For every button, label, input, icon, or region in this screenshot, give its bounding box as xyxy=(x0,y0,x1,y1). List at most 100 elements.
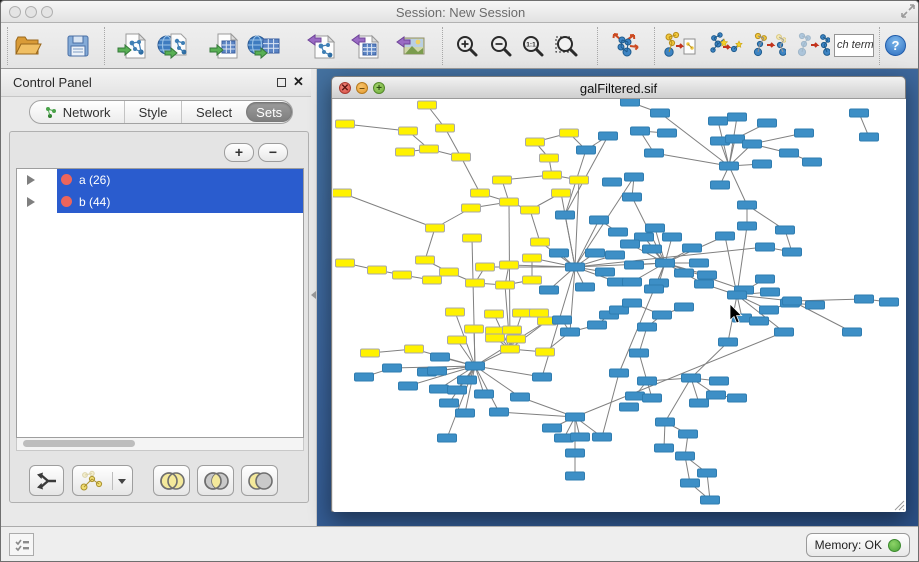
search-input[interactable]: ch term xyxy=(834,34,874,57)
control-panel: Control Panel ✕ Network Style Select Set… xyxy=(1,69,317,526)
first-neighbors-icon xyxy=(709,31,743,61)
separator xyxy=(104,27,105,65)
save-session-button[interactable] xyxy=(61,29,95,63)
difference-sets-button[interactable] xyxy=(241,465,278,496)
import-network-file-icon xyxy=(117,32,147,60)
split-arrows-icon xyxy=(35,470,59,492)
venn-intersection-icon xyxy=(201,470,231,492)
control-panel-header: Control Panel ✕ xyxy=(1,69,317,97)
set-color-dot-icon xyxy=(61,174,72,185)
export-network-icon xyxy=(306,32,336,60)
export-image-button[interactable] xyxy=(393,29,427,63)
zoom-out-icon xyxy=(489,34,513,58)
list-item-set-b[interactable]: b (44) xyxy=(17,191,303,213)
dropdown-caret-icon xyxy=(117,477,127,485)
task-list-icon xyxy=(14,538,30,552)
resize-grip-icon[interactable] xyxy=(893,499,905,511)
save-floppy-icon xyxy=(66,34,90,58)
separator xyxy=(597,27,598,65)
zoom-one-to-one-icon: 1:1 xyxy=(521,34,545,58)
create-set-from-network-button[interactable] xyxy=(72,465,133,496)
network-svg xyxy=(333,99,906,512)
yellow-network-icon xyxy=(78,470,108,492)
network-window-titlebar[interactable]: ✕ – + galFiltered.sif xyxy=(332,77,905,99)
application-window: Session: New Session xyxy=(0,0,919,562)
union-sets-button[interactable] xyxy=(153,465,190,496)
tab-select[interactable]: Select xyxy=(181,101,247,123)
new-network-from-selection-icon xyxy=(662,31,696,61)
close-panel-icon[interactable]: ✕ xyxy=(293,74,304,90)
hide-selected-button[interactable] xyxy=(752,29,786,63)
horizontal-scrollbar[interactable] xyxy=(16,438,304,451)
separator xyxy=(442,27,443,65)
tab-network-label: Network xyxy=(63,105,111,120)
set-color-dot-icon xyxy=(61,196,72,207)
apply-layout-button[interactable] xyxy=(609,29,643,63)
tab-style-label: Style xyxy=(139,105,168,120)
zoom-in-button[interactable] xyxy=(450,29,484,63)
venn-union-icon xyxy=(157,470,187,492)
main-toolbar: 1:1 xyxy=(1,23,919,69)
zoom-selected-button[interactable] xyxy=(550,29,584,63)
expand-arrow-icon[interactable] xyxy=(27,175,35,185)
tab-network[interactable]: Network xyxy=(30,101,124,123)
task-history-button[interactable] xyxy=(9,533,34,556)
fullscreen-icon[interactable] xyxy=(900,3,916,19)
tab-sets-label: Sets xyxy=(256,105,282,120)
import-table-from-file-button[interactable] xyxy=(207,29,241,63)
set-label: b (44) xyxy=(79,195,110,209)
export-image-icon xyxy=(395,32,425,60)
new-network-from-selection-button[interactable] xyxy=(662,29,696,63)
intersection-sets-button[interactable] xyxy=(197,465,234,496)
separator xyxy=(654,27,655,65)
zoom-out-button[interactable] xyxy=(484,29,518,63)
network-tab-icon xyxy=(44,106,58,119)
export-network-button[interactable] xyxy=(304,29,338,63)
layout-icon xyxy=(610,31,642,61)
tab-sets[interactable]: Sets xyxy=(246,102,292,122)
tab-style[interactable]: Style xyxy=(124,101,181,123)
memory-status-label: Memory: OK xyxy=(815,538,882,552)
remove-set-button[interactable]: − xyxy=(258,143,288,162)
window-title: Session: New Session xyxy=(1,5,919,20)
split-sets-button[interactable] xyxy=(29,465,64,496)
status-bar: Memory: OK xyxy=(1,526,919,562)
import-network-from-web-button[interactable] xyxy=(157,29,191,63)
show-all-icon xyxy=(796,31,830,61)
float-panel-icon[interactable] xyxy=(277,78,286,87)
zoom-fit-selected-icon xyxy=(554,34,580,58)
show-all-button[interactable] xyxy=(796,29,830,63)
help-button[interactable]: ? xyxy=(885,35,906,56)
zoom-in-icon xyxy=(455,34,479,58)
export-table-button[interactable] xyxy=(348,29,382,63)
hide-selected-icon xyxy=(752,31,786,61)
import-network-from-file-button[interactable] xyxy=(115,29,149,63)
tab-select-label: Select xyxy=(196,105,232,120)
sets-list: a (26) b (44) xyxy=(16,168,304,438)
network-desktop: ✕ – + galFiltered.sif xyxy=(317,69,919,526)
separator xyxy=(7,27,8,65)
titlebar: Session: New Session xyxy=(1,1,919,23)
network-canvas[interactable] xyxy=(333,99,906,512)
memory-status-button[interactable]: Memory: OK xyxy=(806,533,910,557)
svg-text:1:1: 1:1 xyxy=(526,42,536,49)
control-panel-tabbar: Network Style Select Sets xyxy=(29,100,293,124)
open-session-button[interactable] xyxy=(11,29,45,63)
venn-difference-icon xyxy=(245,470,275,492)
export-table-icon xyxy=(350,32,380,60)
zoom-1-1-button[interactable]: 1:1 xyxy=(516,29,550,63)
import-table-from-web-button[interactable] xyxy=(247,29,281,63)
control-panel-title: Control Panel xyxy=(13,75,92,90)
expand-arrow-icon[interactable] xyxy=(27,197,35,207)
collapse-panel-handle[interactable] xyxy=(311,291,316,299)
network-window[interactable]: ✕ – + galFiltered.sif xyxy=(331,76,906,512)
mouse-cursor-icon xyxy=(729,303,745,325)
list-item-set-a[interactable]: a (26) xyxy=(17,169,303,191)
add-set-button[interactable]: + xyxy=(224,143,254,162)
sets-panel: + − a (26) b (44) xyxy=(9,131,309,503)
first-neighbors-button[interactable] xyxy=(709,29,743,63)
open-folder-icon xyxy=(14,34,42,58)
scrollbar-thumb[interactable] xyxy=(23,440,135,447)
import-table-web-icon xyxy=(247,32,281,60)
separator xyxy=(879,27,880,65)
